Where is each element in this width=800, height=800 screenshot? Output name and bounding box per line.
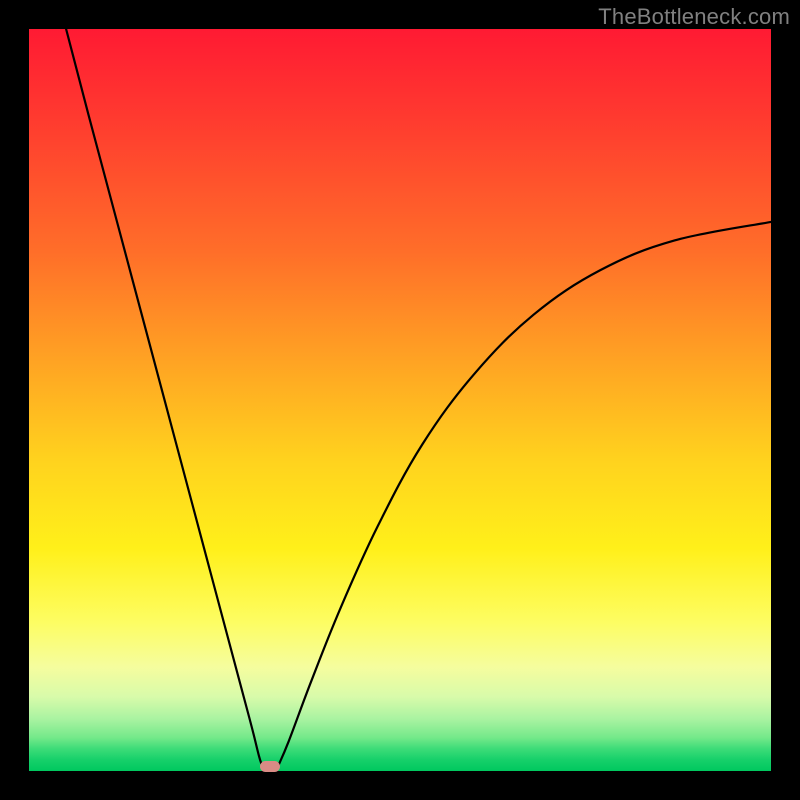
plot-frame <box>29 29 771 771</box>
optimal-point-marker <box>260 761 280 772</box>
watermark-text: TheBottleneck.com <box>598 4 790 30</box>
curve-left-branch <box>66 29 263 767</box>
curve-right-branch <box>278 222 771 767</box>
bottleneck-curve <box>29 29 771 771</box>
